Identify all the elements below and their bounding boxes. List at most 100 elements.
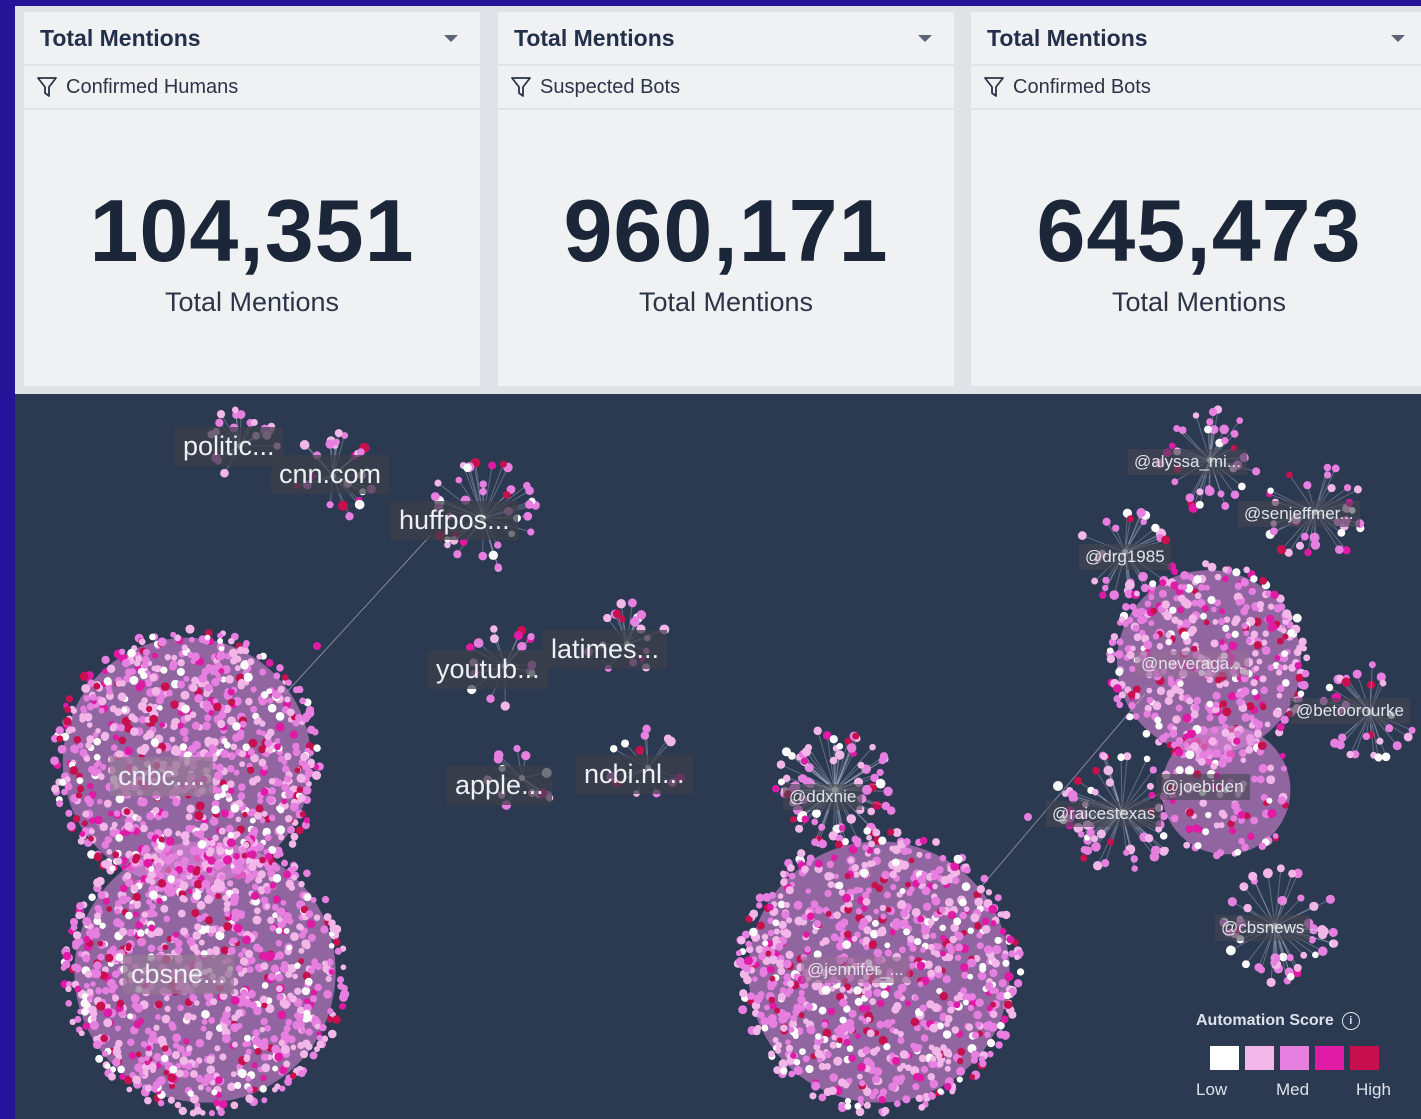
graph-node: [738, 1005, 748, 1015]
graph-node: [109, 945, 117, 953]
graph-node: [780, 1067, 788, 1075]
graph-node: [77, 742, 84, 749]
graph-node: [911, 907, 921, 917]
graph-node: [434, 479, 442, 487]
graph-node: [227, 780, 235, 788]
card-filter[interactable]: Suspected Bots: [498, 66, 954, 110]
graph-node: [739, 989, 748, 998]
graph-node: [259, 856, 266, 864]
graph-node: [974, 897, 984, 907]
graph-node: [216, 651, 226, 661]
network-graph-canvas[interactable]: [15, 394, 1421, 1119]
graph-node: [812, 928, 818, 935]
graph-node: [86, 702, 95, 711]
graph-node: [149, 1030, 157, 1039]
cluster-label[interactable]: cnn.com: [271, 455, 390, 494]
graph-node: [217, 632, 224, 639]
graph-node: [883, 786, 893, 797]
graph-node: [155, 696, 164, 705]
graph-node: [303, 869, 311, 878]
cluster-label[interactable]: @ddxnie: [783, 784, 863, 810]
graph-node: [72, 931, 82, 940]
graph-node: [208, 1110, 216, 1117]
graph-node: [281, 765, 290, 773]
cluster-label[interactable]: youtub...: [428, 650, 548, 689]
cluster-label[interactable]: politic...: [175, 427, 283, 466]
cluster-label[interactable]: apple...: [447, 766, 552, 805]
card-filter[interactable]: Confirmed Bots: [971, 66, 1421, 110]
graph-node: [1259, 675, 1267, 683]
graph-node: [769, 975, 776, 982]
graph-node: [960, 987, 968, 995]
cluster-label[interactable]: @cbsnews: [1215, 915, 1311, 941]
graph-node: [1096, 829, 1106, 839]
graph-node: [178, 1106, 187, 1116]
graph-node: [1325, 894, 1335, 904]
graph-node: [1113, 684, 1122, 693]
graph-node: [162, 944, 169, 951]
card-filter[interactable]: Confirmed Humans: [24, 66, 480, 110]
graph-node: [288, 884, 296, 891]
graph-node: [1250, 816, 1259, 825]
graph-node: [142, 1069, 149, 1076]
graph-node: [165, 836, 175, 846]
graph-node: [267, 916, 275, 924]
cluster-label[interactable]: @joebiden: [1156, 774, 1250, 800]
cluster-label[interactable]: @alyssa_mi...: [1128, 449, 1248, 475]
graph-node: [823, 1087, 833, 1097]
graph-node: [264, 733, 272, 741]
graph-node: [1219, 700, 1228, 708]
cluster-label[interactable]: cnbc....: [110, 757, 214, 796]
graph-node: [889, 845, 896, 852]
graph-node: [1158, 589, 1167, 598]
graph-node: [904, 881, 911, 888]
dropdown-caret-icon[interactable]: [444, 34, 458, 42]
graph-node: [316, 1034, 323, 1041]
graph-node: [55, 726, 64, 735]
graph-node: [868, 840, 875, 848]
card-title: Total Mentions: [40, 24, 201, 51]
graph-node: [603, 613, 612, 623]
graph-node: [909, 944, 917, 952]
graph-node: [1129, 603, 1137, 611]
graph-node: [1117, 753, 1125, 761]
graph-node: [181, 704, 190, 714]
graph-node: [1091, 841, 1101, 852]
network-graph[interactable]: politic... cnn.com huffpos... latimes...…: [15, 394, 1421, 1119]
graph-node: [879, 904, 887, 912]
cluster-label[interactable]: cbsne...: [123, 955, 234, 994]
graph-node: [313, 1046, 320, 1053]
graph-node: [1286, 471, 1293, 479]
dropdown-caret-icon[interactable]: [1391, 34, 1405, 42]
cluster-label[interactable]: @jennifer_...: [801, 957, 910, 983]
graph-node: [189, 683, 198, 692]
graph-node: [137, 929, 145, 937]
cluster-label[interactable]: @betoorourke: [1290, 698, 1410, 724]
graph-node: [1280, 715, 1289, 725]
graph-node: [867, 807, 875, 816]
cluster-label[interactable]: @raicestexas: [1046, 801, 1162, 827]
graph-node: [261, 1002, 268, 1009]
graph-node: [1266, 775, 1276, 785]
graph-node: [1203, 619, 1210, 626]
graph-node: [783, 973, 792, 982]
graph-node: [104, 1063, 111, 1070]
graph-node: [286, 944, 293, 951]
cluster-label[interactable]: @senjeffmer...: [1238, 501, 1360, 527]
info-icon[interactable]: i: [1341, 1012, 1360, 1030]
cluster-label[interactable]: huffpos...: [391, 501, 518, 540]
graph-node: [95, 987, 102, 995]
dropdown-caret-icon[interactable]: [918, 34, 932, 42]
graph-node: [455, 476, 463, 484]
graph-node: [973, 1010, 983, 1020]
cluster-label[interactable]: @drg1985: [1079, 544, 1171, 570]
graph-node: [1267, 664, 1275, 672]
cluster-label[interactable]: latimes...: [543, 630, 668, 669]
cluster-label[interactable]: @neveraga...: [1135, 651, 1250, 677]
graph-node: [1259, 576, 1268, 585]
graph-node: [735, 950, 742, 957]
graph-node: [453, 550, 462, 559]
cluster-label[interactable]: ncbi.nl...: [576, 755, 693, 794]
graph-node: [490, 625, 498, 633]
graph-node: [65, 999, 73, 1007]
